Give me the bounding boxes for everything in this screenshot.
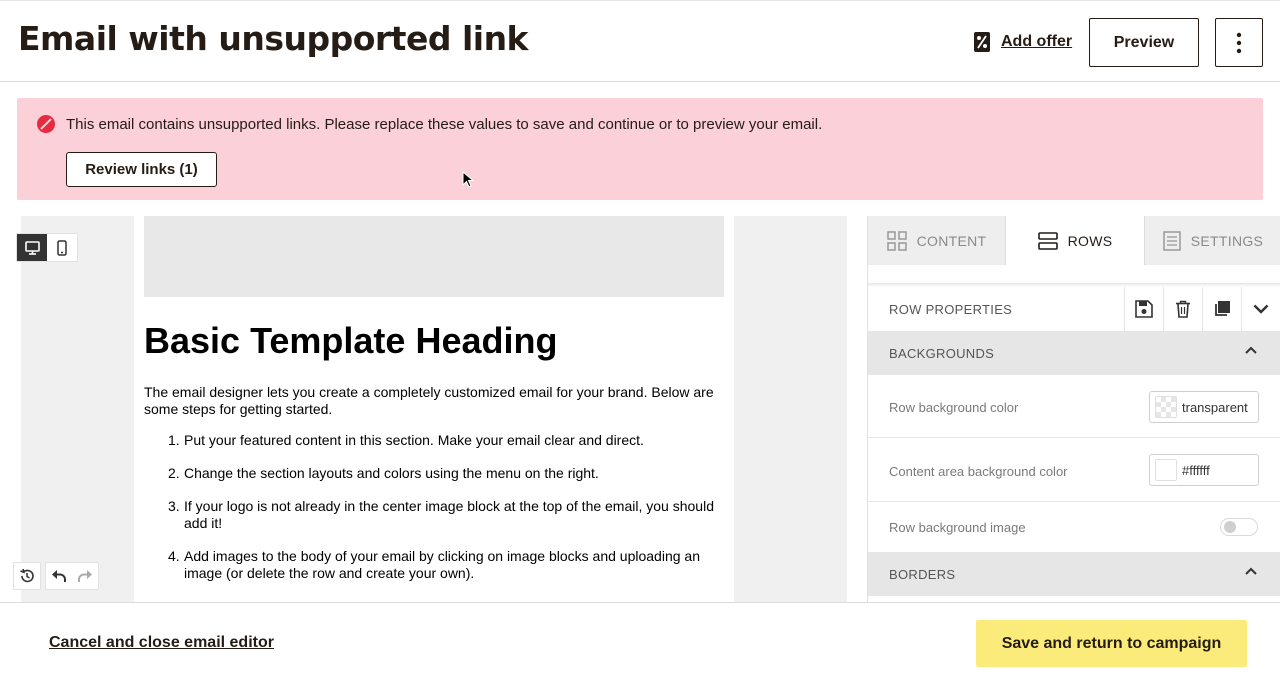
cancel-close-editor-link[interactable]: Cancel and close email editor (49, 634, 274, 652)
transparent-swatch (1155, 396, 1177, 418)
color-value: transparent (1182, 399, 1248, 415)
delete-row-button[interactable] (1163, 287, 1202, 331)
borders-title: BORDERS (889, 566, 956, 582)
email-intro-text[interactable]: The email designer lets you create a com… (144, 384, 726, 418)
device-preview-toggle (16, 233, 78, 262)
white-swatch (1155, 459, 1177, 481)
step-text: If your logo is not already in the cente… (184, 498, 714, 531)
collapse-row-button[interactable] (1241, 287, 1280, 331)
tab-settings[interactable]: SETTINGS (1144, 216, 1280, 265)
row-background-image-toggle[interactable] (1220, 518, 1258, 536)
list-item: 3. If your logo is not already in the cen… (168, 498, 729, 532)
step-text: Put your featured content in this sectio… (184, 432, 644, 448)
content-area-background-color-label: Content area background color (889, 464, 1068, 479)
undo-icon (52, 570, 66, 582)
step-text: Change the section layouts and colors us… (184, 465, 599, 481)
duplicate-icon (1215, 301, 1230, 316)
panel-tabs: CONTENT ROWS SETTINGS (868, 216, 1280, 265)
row-properties-title: ROW PROPERTIES (889, 301, 1013, 317)
step-number: 4. (168, 548, 180, 564)
step-number: 3. (168, 498, 180, 514)
save-icon (1135, 300, 1153, 318)
email-heading[interactable]: Basic Template Heading (144, 320, 557, 362)
editor-footer: Cancel and close email editor Save and r… (0, 602, 1280, 682)
list-item: 1. Put your featured content in this sect… (168, 432, 729, 449)
backgrounds-title: BACKGROUNDS (889, 345, 995, 361)
undo-redo-group (45, 562, 99, 590)
toggle-knob (1224, 521, 1236, 533)
page-title: Email with unsupported link (18, 19, 529, 58)
history-icon (20, 568, 34, 583)
mobile-icon (57, 239, 67, 256)
page-header: Email with unsupported link Add offer Pr… (0, 0, 1280, 82)
tab-label: SETTINGS (1190, 232, 1264, 249)
borders-section-header[interactable]: BORDERS (868, 552, 1280, 596)
row-actions (1124, 287, 1280, 331)
mouse-cursor-icon (462, 171, 474, 188)
redo-icon (78, 570, 92, 582)
content-area-background-color-picker[interactable]: #ffffff (1149, 454, 1259, 486)
step-number: 2. (168, 465, 180, 481)
step-number: 1. (168, 432, 180, 448)
row-properties-header: ROW PROPERTIES (868, 287, 1280, 331)
chevron-up-icon (1245, 567, 1257, 575)
add-offer-label: Add offer (1001, 33, 1073, 50)
add-offer-button[interactable]: Add offer (973, 31, 1072, 53)
tab-content[interactable]: CONTENT (868, 216, 1006, 265)
chevron-down-icon (1253, 304, 1269, 314)
alert-message: This email contains unsupported links. P… (66, 116, 823, 133)
history-button[interactable] (13, 562, 41, 590)
chevron-up-icon (1245, 346, 1257, 354)
percent-tag-icon (974, 32, 990, 52)
preview-button[interactable]: Preview (1089, 18, 1199, 67)
email-body[interactable]: Basic Template Heading The email designe… (134, 216, 734, 602)
more-options-button[interactable] (1215, 18, 1263, 67)
tab-rows[interactable]: ROWS (1006, 216, 1144, 265)
content-area-background-color-row: Content area background color #ffffff (868, 438, 1280, 502)
settings-list-icon (1163, 230, 1181, 251)
undo-button[interactable] (46, 563, 72, 589)
review-links-button[interactable]: Review links (1) (66, 152, 217, 187)
prohibited-icon (37, 115, 55, 133)
mobile-view-button[interactable] (47, 234, 77, 261)
save-return-button[interactable]: Save and return to campaign (976, 620, 1247, 667)
list-item: 4. Add images to the body of your email b… (168, 548, 729, 582)
redo-button[interactable] (72, 563, 98, 589)
tab-label: CONTENT (916, 232, 987, 249)
properties-panel: CONTENT ROWS SETTINGS ROW PROPERTIES BAC… (867, 216, 1280, 602)
image-block-placeholder[interactable] (144, 216, 724, 297)
email-steps-list[interactable]: 1. Put your featured content in this sect… (168, 432, 729, 598)
email-canvas[interactable]: Basic Template Heading The email designe… (21, 216, 847, 602)
trash-icon (1176, 300, 1190, 318)
list-item: 2. Change the section layouts and colors … (168, 465, 729, 482)
row-background-color-picker[interactable]: transparent (1149, 391, 1259, 423)
row-background-color-row: Row background color transparent (868, 375, 1280, 438)
save-row-button[interactable] (1124, 287, 1163, 331)
rows-icon (1037, 231, 1058, 250)
row-background-image-label: Row background image (889, 520, 1026, 535)
tab-label: ROWS (1067, 232, 1113, 249)
more-vertical-icon (1236, 32, 1242, 53)
duplicate-row-button[interactable] (1202, 287, 1241, 331)
unsupported-links-alert: This email contains unsupported links. P… (17, 98, 1263, 200)
color-value: #ffffff (1182, 462, 1210, 478)
row-background-color-label: Row background color (889, 400, 1019, 415)
step-text: Add images to the body of your email by … (184, 548, 700, 581)
desktop-icon (24, 240, 40, 255)
row-background-image-row: Row background image (868, 502, 1280, 552)
backgrounds-section-header[interactable]: BACKGROUNDS (868, 331, 1280, 375)
grid-icon (886, 230, 907, 251)
desktop-view-button[interactable] (17, 234, 47, 261)
